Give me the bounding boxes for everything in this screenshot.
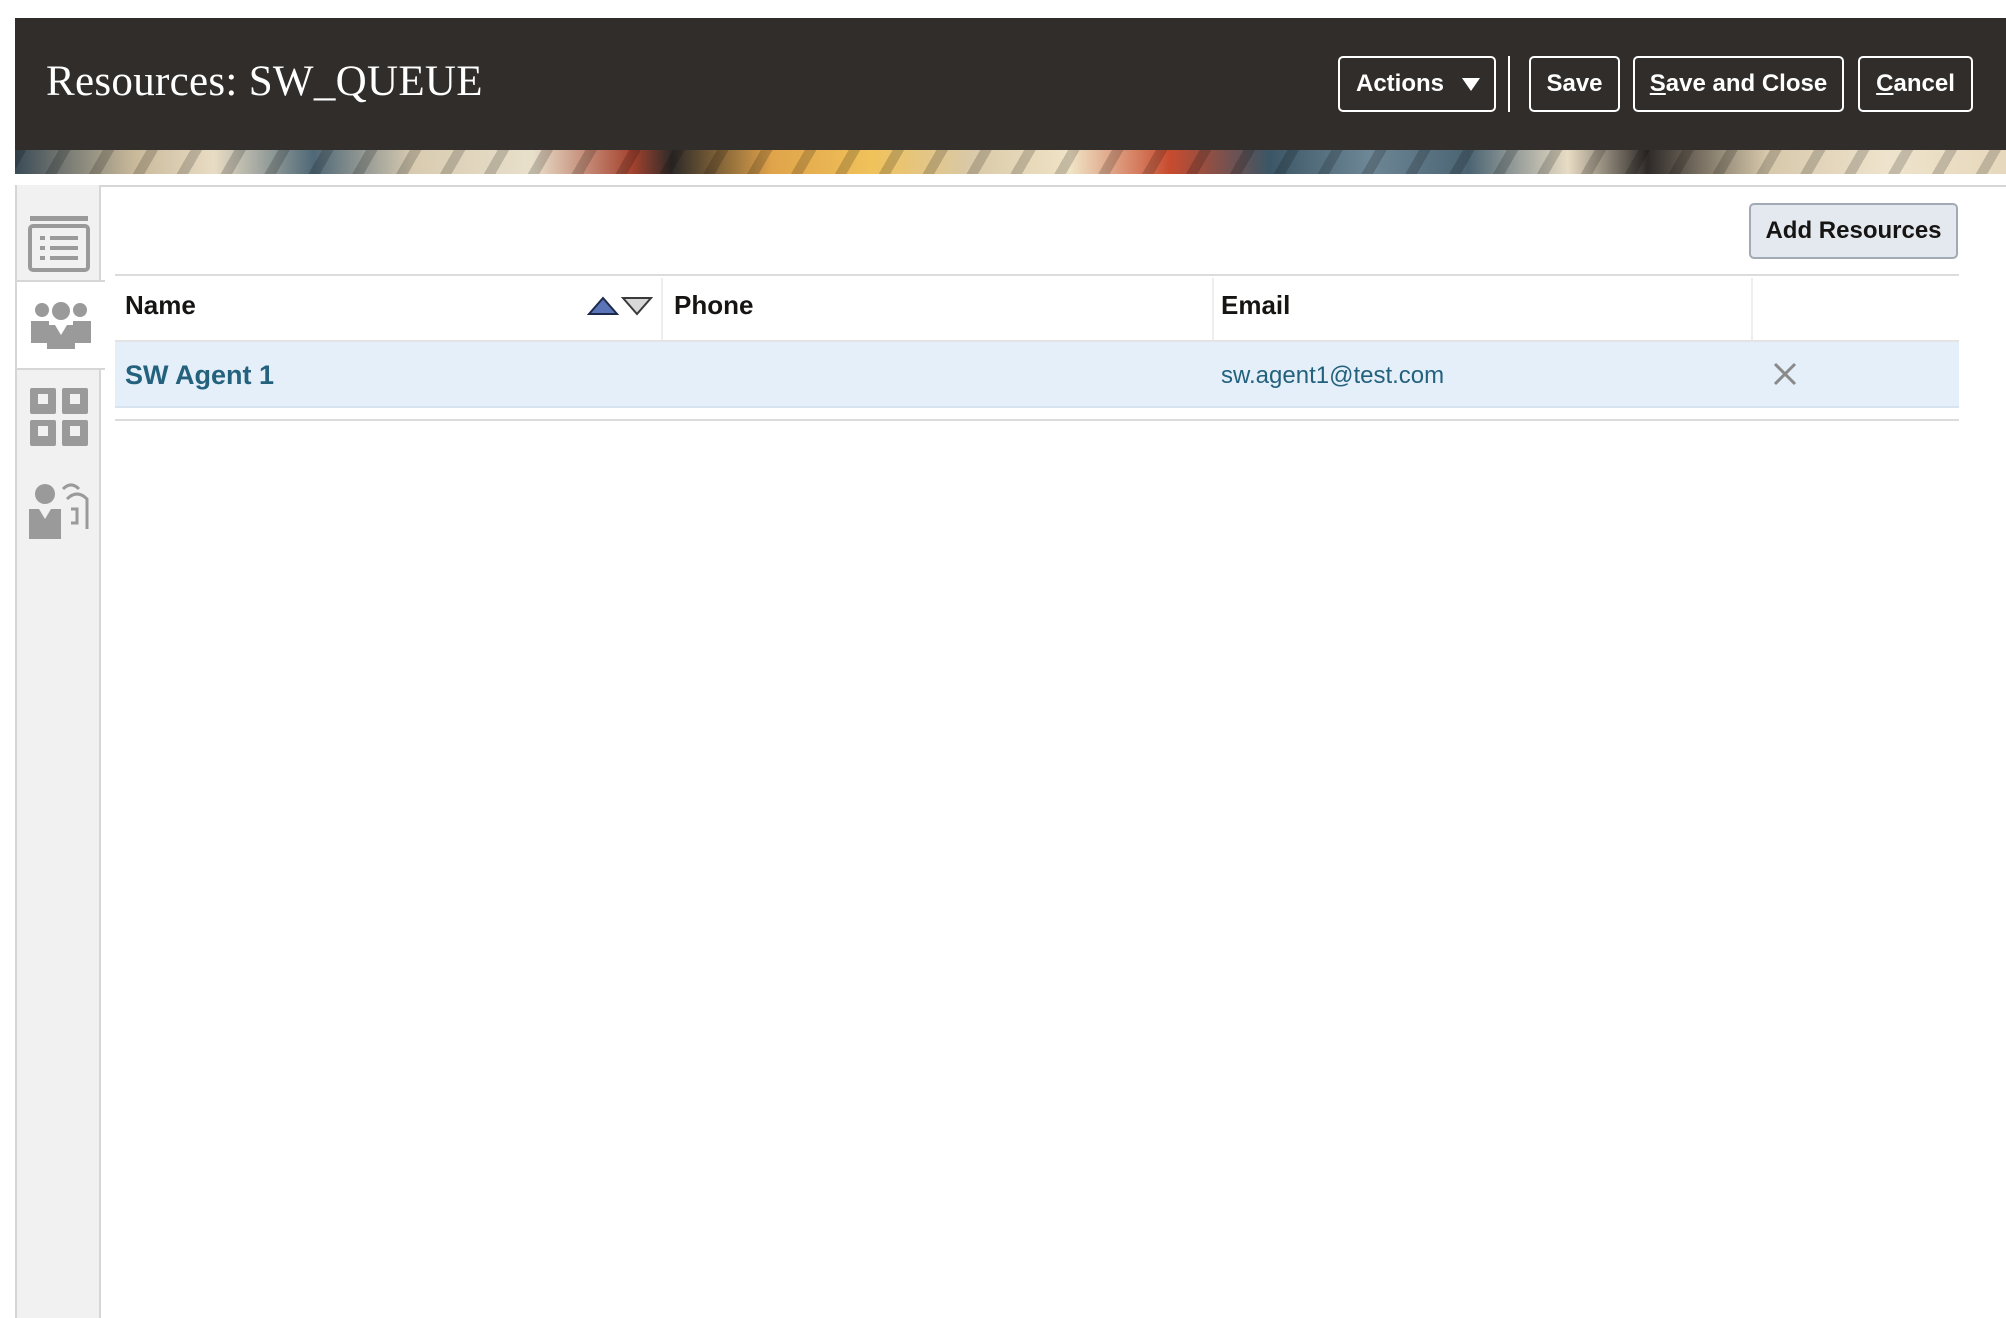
grid-apps-icon bbox=[30, 388, 88, 446]
column-separator bbox=[1212, 278, 1214, 340]
toolbar-separator bbox=[1508, 56, 1510, 112]
actions-menu-button[interactable]: Actions bbox=[1338, 56, 1496, 112]
tab-resources[interactable] bbox=[17, 280, 105, 370]
resource-email-link[interactable]: sw.agent1@test.com bbox=[1221, 362, 1444, 390]
add-resources-button[interactable]: Add Resources bbox=[1749, 203, 1958, 259]
tab-contact[interactable] bbox=[17, 465, 101, 553]
column-header-name[interactable]: Name bbox=[125, 290, 196, 321]
save-button[interactable]: Save bbox=[1529, 56, 1620, 112]
cancel-button[interactable]: Cancel bbox=[1858, 56, 1973, 112]
save-close-label: ave and Close bbox=[1665, 70, 1828, 97]
sort-icons bbox=[587, 296, 653, 316]
table-row[interactable]: SW Agent 1 sw.agent1@test.com bbox=[115, 342, 1959, 408]
team-people-icon bbox=[31, 302, 91, 349]
column-separator bbox=[1751, 278, 1753, 340]
save-and-close-button[interactable]: Save and Close bbox=[1633, 56, 1844, 112]
cancel-label: ancel bbox=[1893, 70, 1955, 97]
table-top-border bbox=[115, 274, 1959, 276]
tab-details[interactable] bbox=[17, 199, 101, 287]
actions-label: Actions bbox=[1356, 70, 1445, 97]
resource-name-link[interactable]: SW Agent 1 bbox=[125, 360, 274, 391]
save-close-accesskey: S bbox=[1649, 70, 1666, 97]
user-communication-icon bbox=[29, 483, 89, 539]
content-top-border bbox=[101, 185, 2006, 187]
sort-ascending-icon[interactable] bbox=[587, 296, 620, 315]
column-header-email[interactable]: Email bbox=[1221, 290, 1290, 321]
column-separator bbox=[661, 278, 663, 340]
save-label: Save bbox=[1546, 70, 1603, 97]
cancel-accesskey: C bbox=[1876, 70, 1894, 97]
sort-descending-icon[interactable] bbox=[620, 297, 653, 316]
column-header-phone[interactable]: Phone bbox=[674, 290, 753, 321]
list-details-icon bbox=[28, 216, 90, 272]
remove-icon[interactable] bbox=[1770, 359, 1800, 389]
decorative-banner bbox=[15, 150, 2006, 174]
caret-down-icon bbox=[1462, 77, 1481, 91]
page-header: Resources: SW_QUEUE Actions Save Save an… bbox=[15, 18, 2006, 150]
table-bottom-border bbox=[115, 419, 1959, 421]
page-title: Resources: SW_QUEUE bbox=[46, 58, 483, 105]
side-tab-rail bbox=[15, 185, 105, 1318]
tab-grid[interactable] bbox=[17, 373, 101, 461]
